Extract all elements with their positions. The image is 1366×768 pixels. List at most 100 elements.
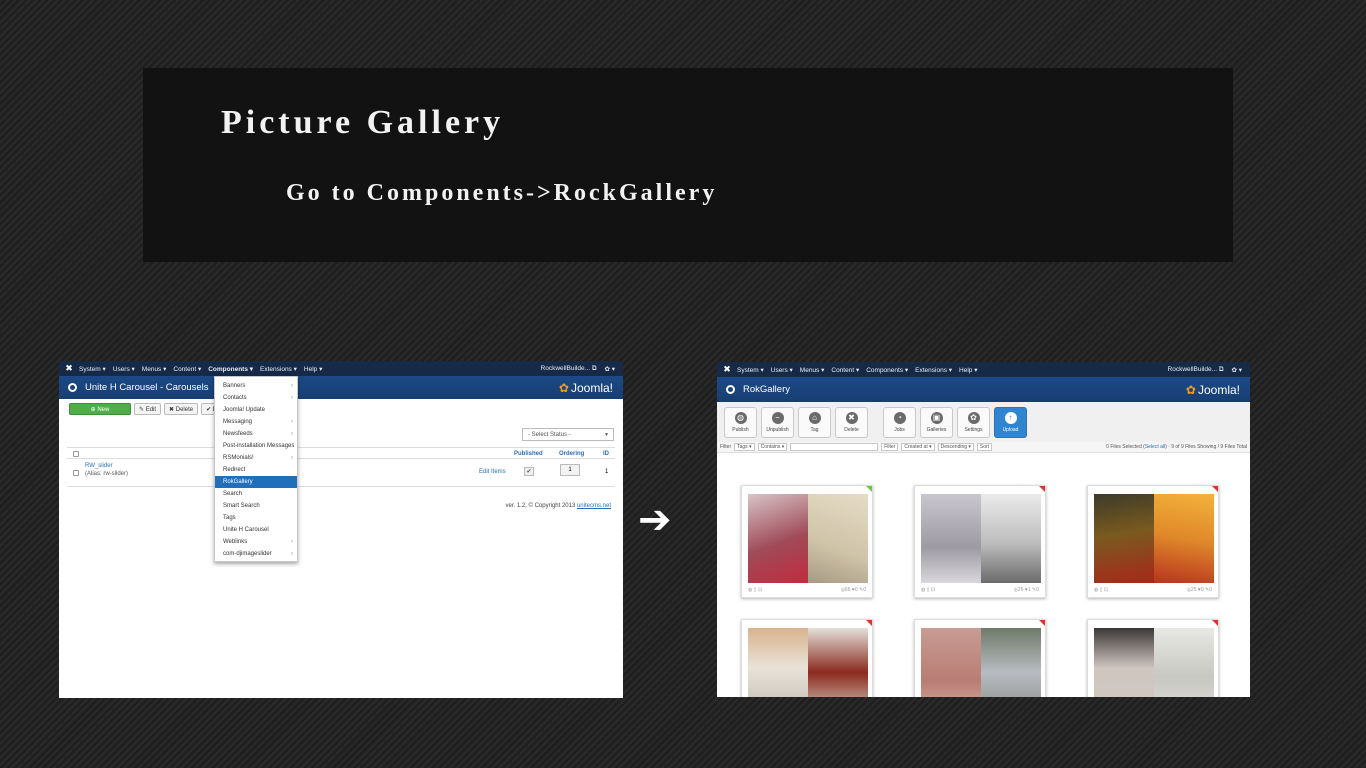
gallery-thumbnail[interactable] bbox=[921, 494, 1041, 583]
joomla-logo-icon[interactable]: ✖ bbox=[717, 364, 737, 375]
select-all-checkbox[interactable] bbox=[73, 451, 79, 457]
menu-item-label: Unite H Carousel bbox=[223, 527, 269, 533]
menu-item-weblinks[interactable]: Weblinks › bbox=[215, 536, 297, 548]
upload-label: Upload bbox=[1002, 426, 1019, 433]
nav-users[interactable]: Users ▾ bbox=[771, 366, 793, 374]
menu-item-post-installation[interactable]: Post-installation Messages bbox=[215, 440, 297, 452]
upload-button[interactable]: ↑ Upload bbox=[994, 406, 1027, 438]
gallery-thumbnail[interactable] bbox=[921, 628, 1041, 697]
select-all-link[interactable]: Select all bbox=[1145, 444, 1165, 450]
edit-button[interactable]: ✎ Edit bbox=[134, 403, 162, 415]
settings-label: Settings bbox=[964, 426, 983, 433]
card-actions-icons[interactable]: ◍ ▯ ⊡ bbox=[1094, 587, 1108, 593]
menu-item-banners[interactable]: Banners › bbox=[215, 380, 297, 392]
nav-content[interactable]: Content ▾ bbox=[173, 365, 201, 373]
menu-item-contacts[interactable]: Contacts › bbox=[215, 392, 297, 404]
gear-icon[interactable]: ✿ ▾ bbox=[1231, 366, 1242, 374]
edit-items-link[interactable]: Edit Items bbox=[479, 469, 506, 475]
published-check-icon[interactable]: ✔ bbox=[524, 467, 534, 476]
right-arrow-icon: ➔ bbox=[638, 497, 672, 543]
filter-button[interactable]: Filter bbox=[881, 443, 899, 451]
filter-input[interactable] bbox=[790, 443, 879, 451]
gallery-card[interactable] bbox=[1087, 619, 1219, 697]
unitecms-link[interactable]: unitecms.net bbox=[577, 503, 611, 509]
tag-button[interactable]: ⌂ Tag bbox=[798, 406, 831, 438]
menu-item-newsfeeds[interactable]: Newsfeeds › bbox=[215, 428, 297, 440]
descending-select[interactable]: Descending ▾ bbox=[937, 443, 974, 451]
gallery-thumbnail[interactable] bbox=[1094, 628, 1214, 697]
publish-button[interactable]: ◍ Publish bbox=[724, 406, 757, 438]
card-actions-icons[interactable]: ◍ ▯ ⊡ bbox=[921, 587, 935, 593]
header-ordering[interactable]: Ordering bbox=[559, 451, 584, 457]
galleries-button[interactable]: ▣ Galleries bbox=[920, 406, 953, 438]
gallery-thumbnail[interactable] bbox=[748, 494, 868, 583]
delete-button[interactable]: ✖ Delete bbox=[164, 403, 199, 415]
menu-item-messaging[interactable]: Messaging › bbox=[215, 416, 297, 428]
carousel-name-link[interactable]: RW_slider bbox=[85, 463, 113, 469]
menu-item-smart-search[interactable]: Smart Search bbox=[215, 500, 297, 512]
gallery-card[interactable] bbox=[741, 619, 873, 697]
header-published[interactable]: Published bbox=[514, 451, 543, 457]
status-select[interactable]: - Select Status - ▼ bbox=[522, 428, 614, 441]
nav-system[interactable]: System ▾ bbox=[737, 366, 764, 374]
tags-select[interactable]: Tags ▾ bbox=[734, 443, 755, 451]
contains-select[interactable]: Contains ▾ bbox=[757, 443, 788, 451]
menu-item-djimageslider[interactable]: com-djimageslider › bbox=[215, 548, 297, 560]
nav-users[interactable]: Users ▾ bbox=[113, 365, 135, 373]
jobs-button[interactable]: ◔ Jobs bbox=[883, 406, 916, 438]
menu-item-rokgallery[interactable]: RokGallery bbox=[215, 476, 297, 488]
nav-content[interactable]: Content ▾ bbox=[831, 366, 859, 374]
site-link[interactable]: RockwellBuilde... ⧉ bbox=[1168, 366, 1224, 374]
unpublish-button[interactable]: − Unpublish bbox=[761, 406, 794, 438]
nav-system[interactable]: System ▾ bbox=[79, 365, 106, 373]
sort-button[interactable]: Sort bbox=[976, 443, 993, 451]
created-at-select[interactable]: Created at ▾ bbox=[901, 443, 935, 451]
gallery-thumbnail[interactable] bbox=[1094, 494, 1214, 583]
joomla-logo-icon[interactable]: ✖ bbox=[59, 363, 79, 374]
settings-button[interactable]: ✿ Settings bbox=[957, 406, 990, 438]
nav-extensions[interactable]: Extensions ▾ bbox=[915, 366, 952, 374]
carousel-alias: (Alias: rw-slider) bbox=[85, 471, 129, 477]
nav-menus[interactable]: Menus ▾ bbox=[142, 365, 167, 373]
delete-button[interactable]: ✖ Delete bbox=[835, 406, 868, 438]
menu-item-label: Redirect bbox=[223, 467, 246, 473]
menu-item-label: RokGallery bbox=[223, 479, 253, 485]
table-header: Published Ordering ID bbox=[67, 447, 615, 459]
gallery-card[interactable]: ◍ ▯ ⊡ ◎26 ♥1 ✎0 bbox=[914, 485, 1046, 598]
menu-item-tags[interactable]: Tags bbox=[215, 512, 297, 524]
page-header: Unite H Carousel - Carousels ✿ Joomla! bbox=[59, 376, 623, 399]
ordering-value[interactable]: 1 bbox=[560, 464, 580, 476]
components-dropdown: Banners › Contacts › Joomla! Update Messag… bbox=[214, 376, 298, 562]
nav-help[interactable]: Help ▾ bbox=[959, 366, 977, 374]
card-meta: ◍ ▯ ⊡ ◎26 ♥1 ✎0 bbox=[921, 587, 1039, 593]
row-id: 1 bbox=[605, 469, 609, 475]
nav-help[interactable]: Help ▾ bbox=[304, 365, 322, 373]
site-link[interactable]: RockwellBuilde... ⧉ bbox=[541, 365, 597, 373]
gallery-toolbar: ◍ Publish − Unpublish ⌂ Tag ✖ Delete ◔ Jobs ▣… bbox=[717, 402, 1250, 442]
header-id[interactable]: ID bbox=[603, 451, 609, 457]
gear-icon[interactable]: ✿ ▾ bbox=[604, 365, 615, 373]
nav-components[interactable]: Components ▾ bbox=[866, 366, 908, 374]
row-checkbox[interactable] bbox=[73, 470, 79, 476]
carousels-table: Published Ordering ID RW_slider (Alias: … bbox=[67, 447, 615, 487]
gallery-card[interactable]: ◍ ▯ ⊡ ◎25 ♥0 ✎0 bbox=[1087, 485, 1219, 598]
brand-text: Joomla! bbox=[1197, 382, 1240, 397]
component-icon bbox=[726, 385, 735, 394]
chevron-down-icon: ▼ bbox=[604, 431, 609, 438]
gallery-thumbnail[interactable] bbox=[748, 628, 868, 697]
gallery-card[interactable] bbox=[914, 619, 1046, 697]
menu-item-joomla-update[interactable]: Joomla! Update bbox=[215, 404, 297, 416]
menu-item-redirect[interactable]: Redirect bbox=[215, 464, 297, 476]
menu-item-search[interactable]: Search bbox=[215, 488, 297, 500]
card-actions-icons[interactable]: ◍ ▯ ⊡ bbox=[748, 587, 762, 593]
filter-bar: Filter Tags ▾ Contains ▾ Filter Created … bbox=[717, 442, 1250, 453]
nav-components[interactable]: Components ▾ bbox=[208, 365, 253, 373]
new-button[interactable]: ⊕ New bbox=[69, 403, 131, 415]
menu-item-rsmonials[interactable]: RSMonials! › bbox=[215, 452, 297, 464]
version-footer: ver. 1.2, © Copyright 2013 unitecms.net bbox=[506, 503, 612, 509]
gallery-card[interactable]: ◍ ▯ ⊡ ◎66 ♥0 ✎0 bbox=[741, 485, 873, 598]
menu-item-unite-carousel[interactable]: Unite H Carousel bbox=[215, 524, 297, 536]
nav-menus[interactable]: Menus ▾ bbox=[800, 366, 825, 374]
nav-extensions[interactable]: Extensions ▾ bbox=[260, 365, 297, 373]
unpublished-corner-icon bbox=[866, 620, 872, 626]
